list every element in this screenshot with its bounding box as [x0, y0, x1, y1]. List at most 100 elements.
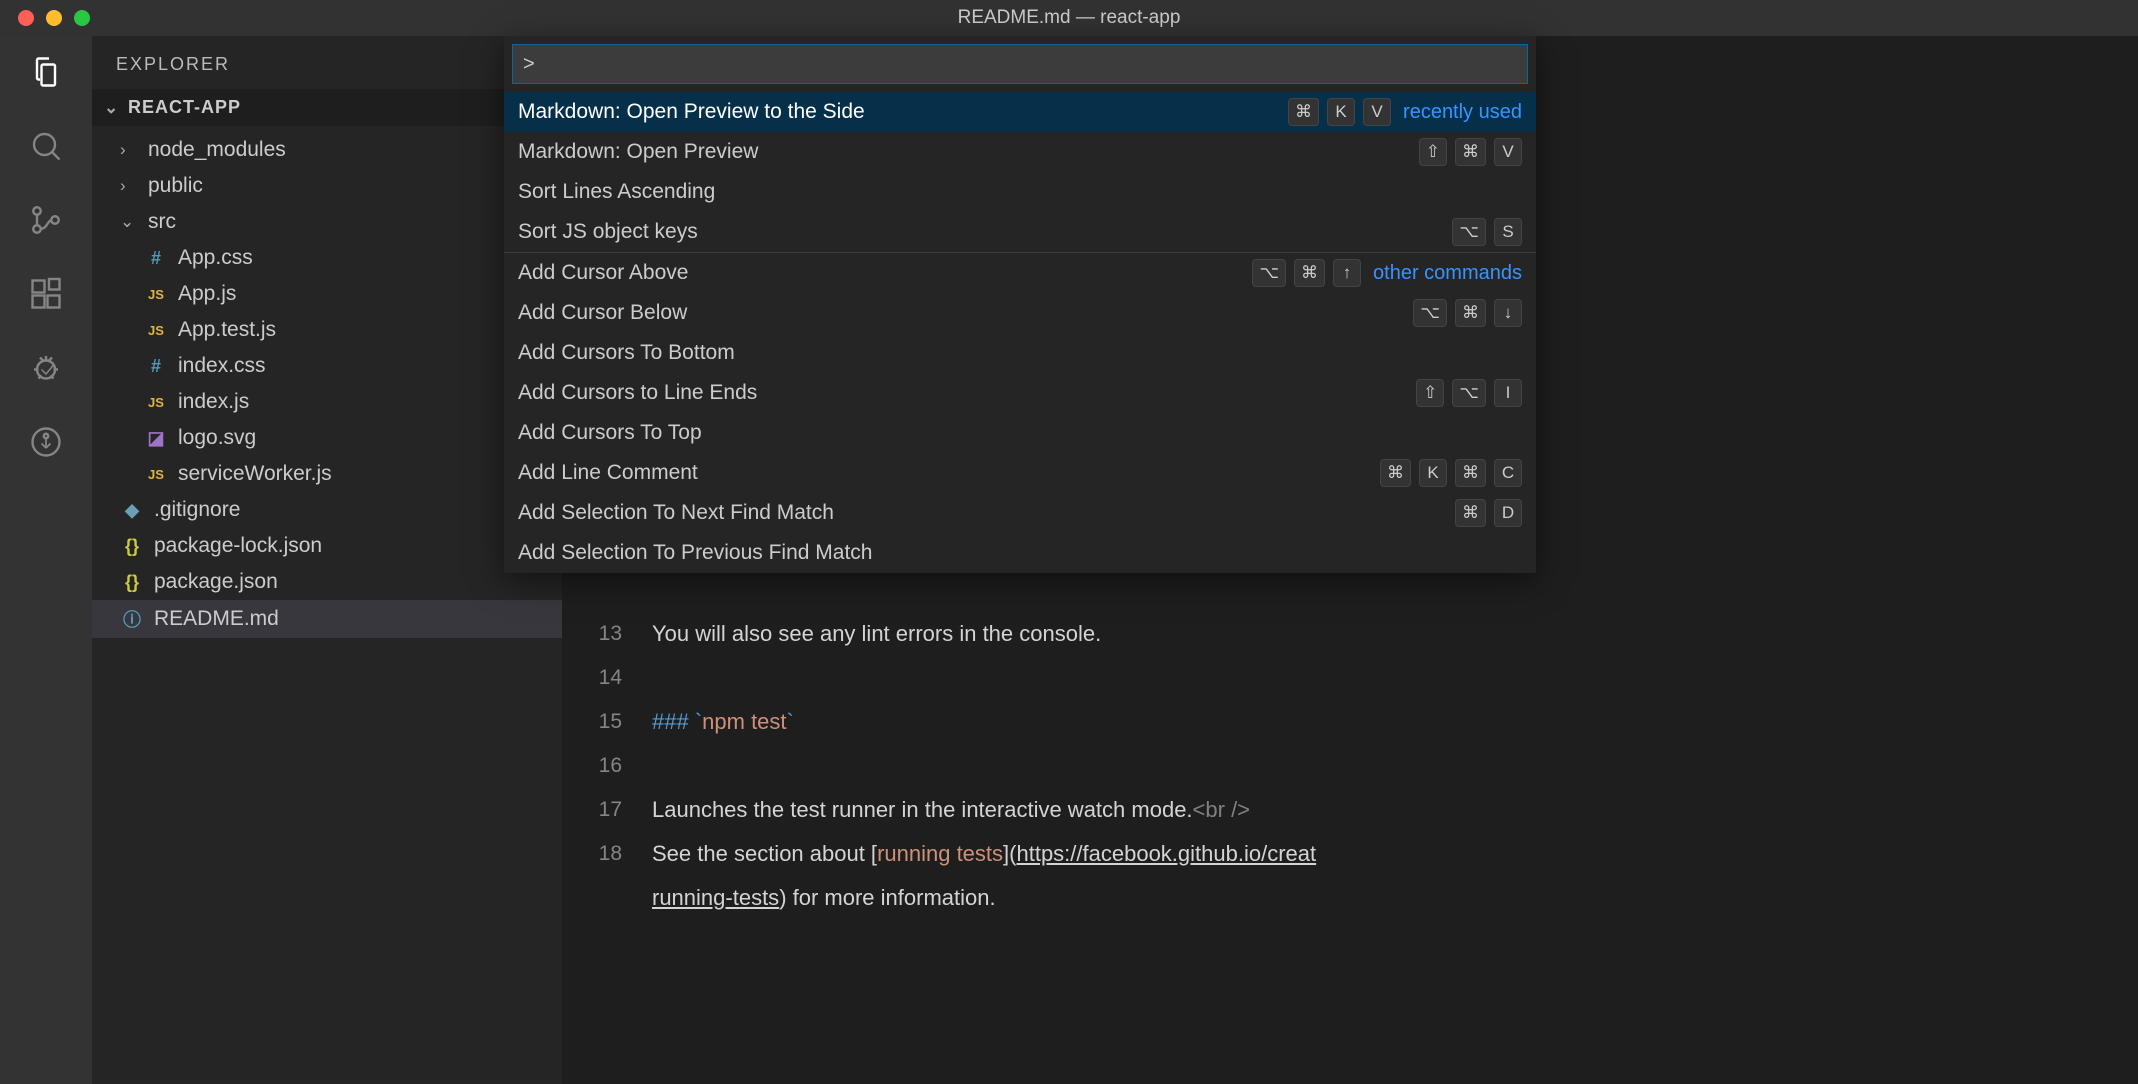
- project-header[interactable]: ⌄ REACT-APP: [92, 89, 562, 126]
- command-item[interactable]: Add Selection To Previous Find Match: [504, 533, 1536, 573]
- keyboard-shortcut: ⌘K⌘C: [1380, 459, 1522, 487]
- file-readme-md[interactable]: ⓘREADME.md: [92, 600, 562, 638]
- line-number: 16: [562, 744, 652, 788]
- command-label: Add Cursors To Top: [518, 421, 1522, 445]
- command-palette: Markdown: Open Preview to the Side⌘KVrec…: [504, 36, 1536, 573]
- js-file-icon: JS: [144, 323, 168, 338]
- command-label: Markdown: Open Preview: [518, 140, 1419, 164]
- command-hint: other commands: [1373, 262, 1522, 285]
- keyboard-shortcut: ⌘D: [1455, 499, 1522, 527]
- info-file-icon: ⓘ: [120, 606, 144, 632]
- file-package-json[interactable]: {}package.json: [92, 564, 562, 600]
- file-index-js[interactable]: JSindex.js: [92, 384, 562, 420]
- command-palette-input[interactable]: [512, 44, 1528, 84]
- line-text: running-tests) for more information.: [652, 876, 996, 920]
- keyboard-shortcut: ⌥⌘↓: [1413, 299, 1522, 327]
- line-text: You will also see any lint errors in the…: [652, 612, 1101, 656]
- traffic-lights: [18, 10, 90, 26]
- js-file-icon: JS: [144, 395, 168, 410]
- close-window-button[interactable]: [18, 10, 34, 26]
- keyboard-shortcut: ⌥⌘↑: [1252, 259, 1361, 287]
- debug-icon[interactable]: [28, 350, 64, 386]
- command-item[interactable]: Add Cursors to Line Ends⇧⌥I: [504, 373, 1536, 413]
- command-item[interactable]: Sort JS object keys⌥S: [504, 212, 1536, 252]
- command-label: Add Cursors to Line Ends: [518, 381, 1416, 405]
- command-palette-list: Markdown: Open Preview to the Side⌘KVrec…: [504, 92, 1536, 573]
- file-tree: ›node_modules ›public ⌄src #App.css JSAp…: [92, 126, 562, 638]
- sidebar: EXPLORER ⌄ REACT-APP ›node_modules ›publ…: [92, 36, 562, 1084]
- command-item[interactable]: Add Cursors To Bottom: [504, 333, 1536, 373]
- command-item[interactable]: Add Cursor Above⌥⌘↑ other commands: [504, 253, 1536, 293]
- command-label: Add Line Comment: [518, 461, 1380, 485]
- code-line[interactable]: 16: [562, 744, 2138, 788]
- line-text: See the section about [running tests](ht…: [652, 832, 1316, 876]
- maximize-window-button[interactable]: [74, 10, 90, 26]
- json-file-icon: {}: [120, 572, 144, 593]
- file-app-js[interactable]: JSApp.js: [92, 276, 562, 312]
- folder-node-modules[interactable]: ›node_modules: [92, 132, 562, 168]
- chevron-down-icon: ⌄: [120, 212, 138, 232]
- line-number: 18: [562, 832, 652, 876]
- search-icon[interactable]: [28, 128, 64, 164]
- svg-file-icon: ◪: [144, 428, 168, 449]
- command-item[interactable]: Add Cursor Below⌥⌘↓: [504, 293, 1536, 333]
- line-number: 13: [562, 612, 652, 656]
- js-file-icon: JS: [144, 467, 168, 482]
- file-logo-svg[interactable]: ◪logo.svg: [92, 420, 562, 456]
- file-app-test-js[interactable]: JSApp.test.js: [92, 312, 562, 348]
- minimize-window-button[interactable]: [46, 10, 62, 26]
- code-line[interactable]: 14: [562, 656, 2138, 700]
- code-line[interactable]: 17Launches the test runner in the intera…: [562, 788, 2138, 832]
- file-app-css[interactable]: #App.css: [92, 240, 562, 276]
- line-number: 15: [562, 700, 652, 744]
- extensions-icon[interactable]: [28, 276, 64, 312]
- command-item[interactable]: Sort Lines Ascending: [504, 172, 1536, 212]
- keyboard-shortcut: ⇧⌥I: [1416, 379, 1522, 407]
- code-line[interactable]: 15### `npm test`: [562, 700, 2138, 744]
- command-item[interactable]: Add Line Comment⌘K⌘C: [504, 453, 1536, 493]
- command-label: Add Cursors To Bottom: [518, 341, 1522, 365]
- file-package-lock-json[interactable]: {}package-lock.json: [92, 528, 562, 564]
- project-name: REACT-APP: [128, 97, 241, 118]
- line-text: ### `npm test`: [652, 700, 794, 744]
- code-line[interactable]: 18See the section about [running tests](…: [562, 832, 2138, 876]
- chevron-down-icon: ⌄: [104, 98, 122, 118]
- keyboard-shortcut: ⇧⌘V: [1419, 138, 1522, 166]
- css-file-icon: #: [144, 356, 168, 377]
- titlebar: README.md — react-app: [0, 0, 2138, 36]
- chevron-right-icon: ›: [120, 176, 138, 196]
- command-item[interactable]: Markdown: Open Preview⇧⌘V: [504, 132, 1536, 172]
- command-label: Sort Lines Ascending: [518, 180, 1522, 204]
- file-index-css[interactable]: #index.css: [92, 348, 562, 384]
- sidebar-title: EXPLORER: [92, 36, 562, 89]
- keyboard-shortcut: ⌥S: [1452, 218, 1522, 246]
- command-label: Sort JS object keys: [518, 220, 1452, 244]
- source-control-icon[interactable]: [28, 202, 64, 238]
- command-item[interactable]: Markdown: Open Preview to the Side⌘KVrec…: [504, 92, 1536, 132]
- command-label: Add Selection To Next Find Match: [518, 501, 1455, 525]
- file-gitignore[interactable]: ◆.gitignore: [92, 492, 562, 528]
- json-file-icon: {}: [120, 536, 144, 557]
- git-lens-icon[interactable]: [28, 424, 64, 460]
- git-file-icon: ◆: [120, 500, 144, 521]
- keyboard-shortcut: ⌘KV: [1288, 98, 1391, 126]
- command-label: Markdown: Open Preview to the Side: [518, 100, 1288, 124]
- folder-src[interactable]: ⌄src: [92, 204, 562, 240]
- line-number: 14: [562, 656, 652, 700]
- js-file-icon: JS: [144, 287, 168, 302]
- code-line[interactable]: 13You will also see any lint errors in t…: [562, 612, 2138, 656]
- line-text: Launches the test runner in the interact…: [652, 788, 1250, 832]
- code-line[interactable]: running-tests) for more information.: [562, 876, 2138, 920]
- file-service-worker-js[interactable]: JSserviceWorker.js: [92, 456, 562, 492]
- folder-public[interactable]: ›public: [92, 168, 562, 204]
- command-item[interactable]: Add Selection To Next Find Match⌘D: [504, 493, 1536, 533]
- chevron-right-icon: ›: [120, 140, 138, 160]
- window-title: README.md — react-app: [958, 7, 1181, 29]
- command-item[interactable]: Add Cursors To Top: [504, 413, 1536, 453]
- explorer-icon[interactable]: [28, 54, 64, 90]
- activity-bar: [0, 36, 92, 1084]
- line-number: 17: [562, 788, 652, 832]
- line-number: [562, 876, 652, 920]
- command-label: Add Cursor Below: [518, 301, 1413, 325]
- command-label: Add Cursor Above: [518, 261, 1252, 285]
